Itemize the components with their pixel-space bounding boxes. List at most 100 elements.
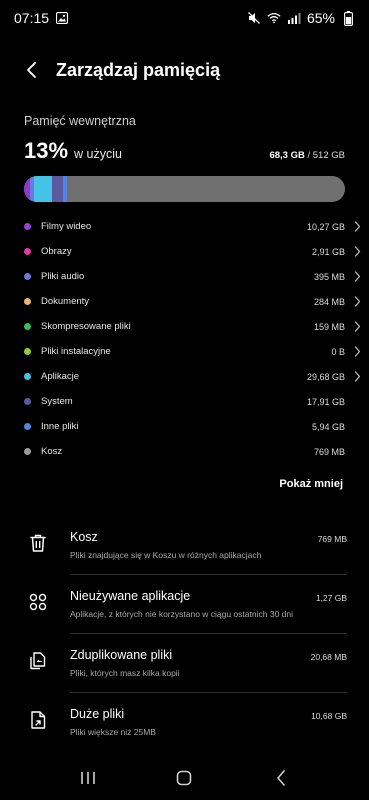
category-color-dot xyxy=(24,323,31,330)
show-less-button[interactable]: Pokaż mniej xyxy=(279,478,343,490)
category-size: 17,91 GB xyxy=(306,396,345,407)
storage-tool-item[interactable]: Kosz Pliki znajdujące się w Koszu w różny… xyxy=(0,516,369,574)
category-size: 284 MB xyxy=(313,296,345,307)
category-name: Pliki instalacyjne xyxy=(41,346,111,357)
usage-label: w użyciu xyxy=(74,147,122,161)
back-arrow-icon xyxy=(27,62,36,78)
tool-size: 1,27 GB xyxy=(315,593,347,603)
category-size: 0 B xyxy=(331,346,345,357)
category-name: Dokumenty xyxy=(41,296,90,307)
category-name: Filmy wideo xyxy=(41,221,92,232)
status-left: 07:15 xyxy=(14,10,69,26)
storage-bar-segment xyxy=(63,176,68,202)
tool-subtitle: Pliki większe niż 25MB xyxy=(70,727,156,737)
category-row[interactable]: Pliki audio 395 MB xyxy=(0,264,369,289)
storage-tool-item[interactable]: Zduplikowane pliki Pliki, których masz ki… xyxy=(0,634,369,692)
category-size: 29,68 GB xyxy=(306,371,345,382)
chevron-right-icon xyxy=(345,346,369,357)
category-color-dot xyxy=(24,223,31,230)
category-size: 5,94 GB xyxy=(311,421,345,432)
category-row[interactable]: Filmy wideo 10,27 GB xyxy=(0,214,369,239)
category-row: System 17,91 GB xyxy=(0,389,369,414)
chevron-right-icon xyxy=(345,321,369,332)
battery-icon xyxy=(341,10,355,26)
page-title: Zarządzaj pamięcią xyxy=(56,59,221,80)
category-list: Filmy wideo 10,27 GB Obrazy 2,91 GB Pliki au… xyxy=(0,214,369,464)
category-name: Aplikacje xyxy=(41,371,80,382)
chevron-right-icon xyxy=(345,371,369,382)
category-row[interactable]: Pliki instalacyjne 0 B xyxy=(0,339,369,364)
category-color-dot xyxy=(24,373,31,380)
mute-icon xyxy=(247,11,261,25)
storage-tool-item[interactable]: Duże pliki Pliki większe niż 25MB 10,68 GB xyxy=(0,693,369,751)
category-color-dot xyxy=(24,348,31,355)
used-amount: 68,3 GB xyxy=(269,150,305,161)
duplicate-files-icon xyxy=(27,650,49,672)
category-name: Skompresowane pliki xyxy=(41,321,131,332)
home-icon xyxy=(177,770,192,786)
storage-section-label: Pamięć wewnętrzna xyxy=(24,114,136,128)
storage-bar-segment xyxy=(52,176,64,202)
category-size: 395 MB xyxy=(313,271,345,282)
category-color-dot xyxy=(24,423,31,430)
category-row: Kosz 769 MB xyxy=(0,439,369,464)
tool-subtitle: Pliki, których masz kilka kopii xyxy=(70,668,180,678)
storage-tools-list: Kosz Pliki znajdujące się w Koszu w różny… xyxy=(0,516,369,751)
category-size: 769 MB xyxy=(313,446,345,457)
category-row[interactable]: Dokumenty 284 MB xyxy=(0,289,369,314)
trash-icon xyxy=(27,532,49,554)
status-bar: 07:15 65% xyxy=(0,0,369,36)
category-name: Inne pliki xyxy=(41,421,79,432)
category-size: 159 MB xyxy=(313,321,345,332)
category-row[interactable]: Aplikacje 29,68 GB xyxy=(0,364,369,389)
category-name: System xyxy=(41,396,73,407)
tool-text: Kosz Pliki znajdujące się w Koszu w różny… xyxy=(70,530,318,560)
tool-title: Nieużywane aplikacje xyxy=(70,589,191,603)
large-file-icon xyxy=(27,709,49,731)
tool-text: Duże pliki Pliki większe niż 25MB xyxy=(70,707,311,737)
tool-subtitle: Aplikacje, z których nie korzystano w ci… xyxy=(70,609,294,619)
apps-grid-icon xyxy=(27,591,49,613)
category-row[interactable]: Skompresowane pliki 159 MB xyxy=(0,314,369,339)
tool-title: Kosz xyxy=(70,530,98,544)
app-header: Zarządzaj pamięcią xyxy=(0,52,369,88)
category-color-dot xyxy=(24,448,31,455)
chevron-right-icon xyxy=(345,246,369,257)
category-name: Kosz xyxy=(41,446,63,457)
usage-percent: 13% xyxy=(24,138,69,163)
category-row[interactable]: Obrazy 2,91 GB xyxy=(0,239,369,264)
tool-text: Nieużywane aplikacje Aplikacje, z których… xyxy=(70,589,316,619)
category-name: Obrazy xyxy=(41,246,72,257)
back-button[interactable] xyxy=(12,52,52,88)
category-size: 2,91 GB xyxy=(311,246,345,257)
category-name: Pliki audio xyxy=(41,271,85,282)
tool-title: Zduplikowane pliki xyxy=(70,648,173,662)
category-color-dot xyxy=(24,298,31,305)
storage-bar-segment xyxy=(33,176,53,202)
chevron-right-icon xyxy=(345,296,369,307)
category-color-dot xyxy=(24,398,31,405)
nav-back-icon xyxy=(277,770,285,786)
tool-text: Zduplikowane pliki Pliki, których masz ki… xyxy=(70,648,311,678)
home-button[interactable] xyxy=(164,758,204,798)
category-color-dot xyxy=(24,273,31,280)
battery-percent: 65% xyxy=(306,10,335,26)
category-color-dot xyxy=(24,248,31,255)
usage-summary: 13% w użyciu 68,3 GB / 512 GB xyxy=(24,138,345,164)
tool-size: 20,68 MB xyxy=(310,652,347,662)
category-size: 10,27 GB xyxy=(306,221,345,232)
recent-apps-button[interactable] xyxy=(68,758,108,798)
signal-icon xyxy=(287,11,301,25)
gallery-notification-icon xyxy=(55,11,69,25)
tool-title: Duże pliki xyxy=(70,707,125,721)
nav-back-button[interactable] xyxy=(261,758,301,798)
status-time: 07:15 xyxy=(14,10,50,26)
category-row: Inne pliki 5,94 GB xyxy=(0,414,369,439)
status-right: 65% xyxy=(247,10,355,26)
storage-tool-item[interactable]: Nieużywane aplikacje Aplikacje, z których… xyxy=(0,575,369,633)
storage-usage-bar xyxy=(24,176,345,202)
wifi-icon xyxy=(267,11,281,25)
tool-size: 10,68 GB xyxy=(311,711,347,721)
total-amount: / 512 GB xyxy=(307,150,346,161)
usage-total: 68,3 GB / 512 GB xyxy=(269,150,345,161)
